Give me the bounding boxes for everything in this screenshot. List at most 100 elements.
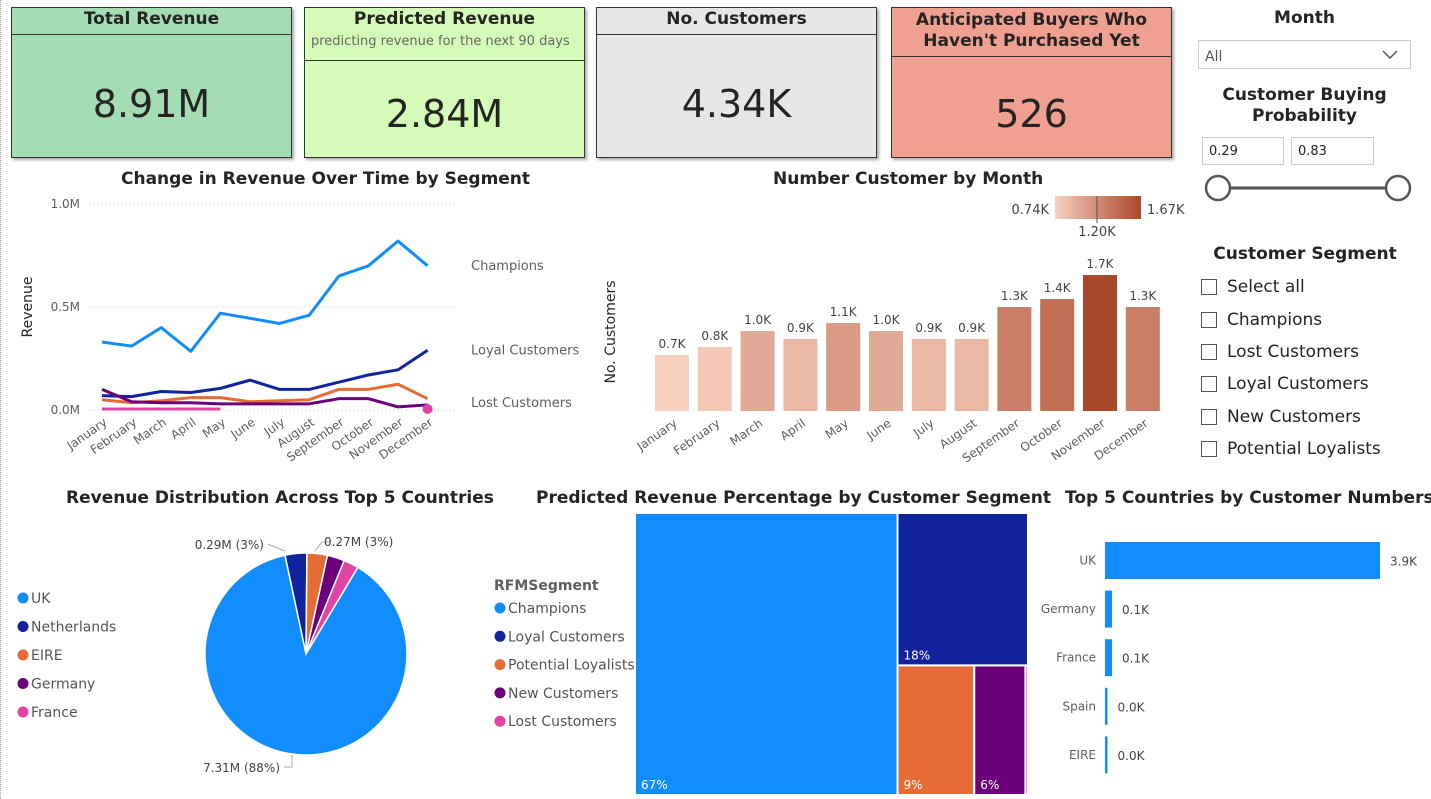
- legend-label: Netherlands: [31, 620, 116, 636]
- kpi-title: Total Revenue: [12, 8, 291, 35]
- bar: [655, 355, 689, 411]
- x-tick-label: July: [910, 416, 937, 440]
- bar: [783, 339, 818, 411]
- series-line: [101, 239, 429, 353]
- x-tick-label: June: [227, 415, 257, 442]
- treemap-tile: [896, 664, 976, 796]
- legend-title: RFMSegment: [494, 578, 599, 594]
- segment-option[interactable]: Champions: [1201, 308, 1322, 332]
- x-tick-label: March: [727, 416, 765, 448]
- series-line: [101, 349, 429, 399]
- legend-marker: [494, 659, 506, 671]
- x-tick-label: February: [671, 416, 723, 458]
- data-label: 0.9K: [915, 321, 943, 335]
- slider-handle-icon[interactable]: [1204, 174, 1232, 202]
- tile-label: 9%: [904, 778, 923, 792]
- month-dropdown[interactable]: All: [1198, 40, 1411, 69]
- data-label: 0.0K: [1118, 700, 1146, 714]
- probability-max-input[interactable]: 0.83: [1291, 137, 1374, 165]
- segment-option[interactable]: Potential Loyalists: [1201, 437, 1381, 461]
- segment-option-label: New Customers: [1227, 407, 1361, 427]
- checkbox-icon[interactable]: [1201, 441, 1217, 457]
- data-label: 0.9K: [787, 321, 815, 335]
- slider-handle-icon[interactable]: [1384, 174, 1412, 202]
- kpi-predicted-revenue: Predicted Revenue predicting revenue for…: [304, 7, 585, 158]
- y-axis-label: Revenue: [20, 277, 36, 338]
- y-tick-label: 1.0M: [51, 197, 80, 211]
- data-label: 1.7K: [1087, 257, 1115, 271]
- checkbox-icon[interactable]: [1201, 409, 1217, 425]
- x-tick-label: April: [778, 416, 809, 443]
- segment-option-label: Potential Loyalists: [1227, 439, 1381, 459]
- data-label: 1.0K: [744, 313, 772, 327]
- kpi-customers: No. Customers 4.34K: [596, 7, 877, 158]
- customers-month-title: Number Customer by Month: [773, 169, 1044, 189]
- data-label: 1.1K: [830, 305, 858, 319]
- kpi-value: 8.91M: [92, 82, 211, 126]
- treemap-tile: [973, 664, 1027, 796]
- segment-option[interactable]: Select all: [1201, 275, 1305, 299]
- legend-label: EIRE: [31, 648, 63, 664]
- segment-option[interactable]: Loyal Customers: [1201, 372, 1369, 396]
- y-tick-label: Germany: [1041, 602, 1096, 616]
- series-label: Lost Customers: [471, 396, 572, 411]
- legend-marker: [494, 630, 506, 642]
- series-end-marker: [422, 403, 433, 414]
- legend-label: Lost Customers: [508, 714, 617, 730]
- bar: [826, 323, 861, 411]
- segment-option[interactable]: New Customers: [1201, 405, 1361, 429]
- tile-label: 18%: [904, 648, 931, 662]
- legend-label: France: [31, 705, 78, 721]
- checkbox-icon[interactable]: [1201, 344, 1217, 360]
- segment-option-label: Lost Customers: [1227, 342, 1359, 362]
- legend-label: Loyal Customers: [508, 629, 625, 645]
- color-scale-mid: 1.20K: [1078, 225, 1116, 240]
- month-slicer-title: Month: [1274, 8, 1335, 28]
- data-label: 1.3K: [1129, 289, 1157, 303]
- legend-label: Potential Loyalists: [508, 658, 635, 674]
- legend-label: Champions: [508, 601, 586, 617]
- segment-option[interactable]: Lost Customers: [1201, 340, 1359, 364]
- revenue-line-title: Change in Revenue Over Time by Segment: [121, 169, 531, 189]
- bar: [740, 331, 775, 411]
- legend-marker: [494, 687, 506, 699]
- bar: [697, 347, 732, 411]
- kpi-title: No. Customers: [597, 8, 876, 35]
- bar: [1105, 639, 1113, 677]
- checkbox-icon[interactable]: [1201, 279, 1217, 295]
- y-tick-label: Spain: [1062, 699, 1096, 713]
- treemap-tile: [896, 512, 1029, 667]
- data-label: 1.3K: [1001, 289, 1029, 303]
- kpi-title: Anticipated Buyers Who Haven't Purchased…: [892, 8, 1171, 57]
- bar: [869, 331, 903, 411]
- data-label: 0.27M (3%): [324, 535, 393, 549]
- data-label: 0.29M (3%): [195, 538, 264, 552]
- x-tick-label: May: [200, 415, 228, 441]
- customers-month-chart: 0.74K 1.67K1.20KNo. Customers 0.7KJanuary0…: [603, 196, 1185, 465]
- countries-bar-chart: UK 3.9K Germany 0.1K France 0.1K Spain 0.0K EIRE…: [1041, 542, 1418, 774]
- x-tick-label: June: [863, 416, 893, 443]
- bar: [911, 339, 946, 411]
- kpi-anticipated-buyers: Anticipated Buyers Who Haven't Purchased…: [891, 7, 1172, 158]
- probability-slider[interactable]: [1200, 172, 1416, 204]
- checkbox-icon[interactable]: [1201, 376, 1217, 392]
- chevron-down-icon: [1382, 50, 1398, 60]
- bar: [1105, 687, 1108, 725]
- segment-slicer-title: Customer Segment: [1213, 244, 1397, 264]
- bar: [1040, 299, 1075, 411]
- data-label: 1.4K: [1044, 281, 1072, 295]
- color-scale-max: 1.67K: [1147, 203, 1185, 218]
- leader-line: [267, 543, 286, 552]
- kpi-value: 4.34K: [681, 82, 792, 126]
- probability-min-input[interactable]: 0.29: [1202, 137, 1284, 165]
- data-label: 0.9K: [958, 321, 986, 335]
- kpi-total-revenue: Total Revenue 8.91M: [11, 7, 292, 158]
- revenue-pie-chart: 0.29M (3%) 0.27M (3%) 7.31M (88%) UK Netherl…: [17, 535, 408, 775]
- tile-label: 67%: [641, 778, 668, 792]
- legend-marker: [17, 592, 29, 604]
- checkbox-icon[interactable]: [1201, 312, 1217, 328]
- legend-marker: [494, 715, 506, 727]
- data-label: 0.1K: [1122, 603, 1150, 617]
- legend-marker: [17, 649, 29, 661]
- y-tick-label: UK: [1079, 554, 1097, 568]
